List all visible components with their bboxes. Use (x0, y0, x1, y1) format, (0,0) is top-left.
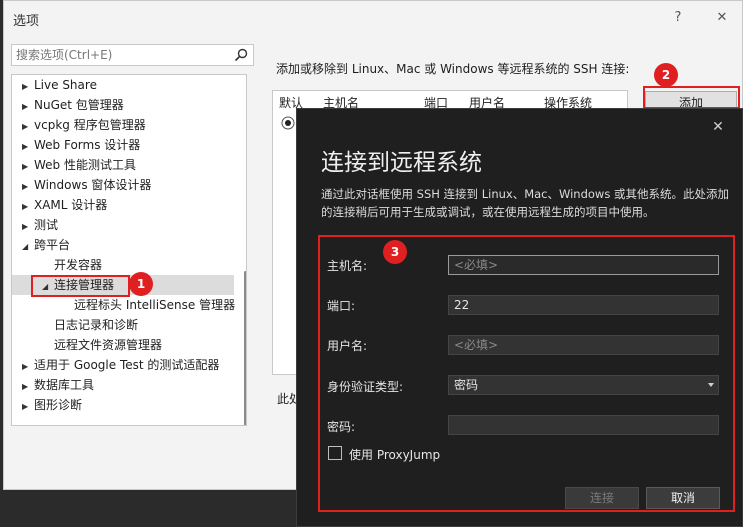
tree-item-label: 日志记录和诊断 (54, 318, 139, 332)
collapsed-arrow-icon[interactable]: ▶ (22, 97, 34, 117)
connect-close-icon[interactable]: ✕ (708, 117, 728, 137)
tree-item[interactable]: ▶ Web 性能测试工具 (22, 155, 136, 175)
tree-item[interactable]: ▶ Live Share (22, 75, 97, 95)
tree-item-label: Windows 窗体设计器 (34, 178, 152, 192)
collapsed-arrow-icon[interactable]: ▶ (22, 77, 34, 97)
close-button[interactable]: ✕ (711, 7, 733, 29)
annotation-badge-2: 2 (654, 63, 678, 87)
tree-scrollbar[interactable] (244, 271, 246, 425)
tree-item-label: XAML 设计器 (34, 198, 108, 212)
tree-item[interactable]: ▶ 适用于 Google Test 的测试适配器 (22, 355, 219, 375)
options-tree: ▶ Live Share ▶ NuGet 包管理器 ▶ vcpkg 程序包管理器 ▶ Web … (11, 74, 247, 426)
tree-item[interactable]: 开发容器 (42, 255, 102, 275)
collapsed-arrow-icon[interactable]: ▶ (22, 377, 34, 397)
tree-item[interactable]: 远程标头 IntelliSense 管理器 (62, 295, 235, 315)
tree-item-label: 跨平台 (34, 238, 71, 252)
tree-item-label: 远程标头 IntelliSense 管理器 (74, 298, 236, 312)
tree-item[interactable]: ▶ Windows 窗体设计器 (22, 175, 151, 195)
tree-item-label: 远程文件资源管理器 (54, 338, 163, 352)
tree-item[interactable]: ▶ NuGet 包管理器 (22, 95, 124, 115)
tree-item[interactable]: ▶ vcpkg 程序包管理器 (22, 115, 146, 135)
default-radio[interactable] (281, 116, 295, 130)
tree-item[interactable]: ▶ 数据库工具 (22, 375, 94, 395)
search-icon[interactable] (233, 47, 249, 63)
collapsed-arrow-icon[interactable]: ▶ (22, 357, 34, 377)
tree-item[interactable]: ▶ Web Forms 设计器 (22, 135, 140, 155)
collapsed-arrow-icon[interactable]: ▶ (22, 117, 34, 137)
tree-item-label: NuGet 包管理器 (34, 98, 124, 112)
tree-item-label: vcpkg 程序包管理器 (34, 118, 146, 132)
tree-item-label: 图形诊断 (34, 398, 83, 412)
tree-item[interactable]: ▶ 测试 (22, 215, 58, 235)
collapsed-arrow-icon[interactable]: ▶ (22, 197, 34, 217)
collapsed-arrow-icon[interactable]: ▶ (22, 137, 34, 157)
tree-item[interactable]: 日志记录和诊断 (42, 315, 138, 335)
tree-item[interactable]: ▶ 图形诊断 (22, 395, 82, 415)
tree-item-label: 数据库工具 (34, 378, 95, 392)
tree-item[interactable]: ◢ 跨平台 (22, 235, 70, 255)
dialog-title: 选项 (13, 14, 40, 29)
connections-description: 添加或移除到 Linux、Mac 或 Windows 等远程系统的 SSH 连接… (276, 62, 630, 76)
annotation-badge-1: 1 (129, 272, 153, 296)
highlight-connection-form (318, 235, 735, 512)
connect-dialog-title: 连接到远程系统 (321, 150, 482, 176)
collapsed-arrow-icon[interactable]: ▶ (22, 397, 34, 417)
highlight-add-button (643, 86, 740, 109)
collapsed-arrow-icon[interactable]: ▶ (22, 177, 34, 197)
tree-item-label: 测试 (34, 218, 59, 232)
collapsed-arrow-icon[interactable]: ▶ (22, 217, 34, 237)
annotation-badge-3: 3 (383, 240, 407, 264)
expanded-arrow-icon[interactable]: ◢ (22, 237, 34, 257)
search-box[interactable] (11, 44, 254, 66)
help-button[interactable]: ? (667, 7, 689, 29)
search-input[interactable] (16, 47, 226, 63)
connect-dialog-description: 通过此对话框使用 SSH 连接到 Linux、Mac、Windows 或其他系统… (321, 187, 729, 219)
collapsed-arrow-icon[interactable]: ▶ (22, 157, 34, 177)
tree-item-label: Live Share (34, 78, 97, 92)
tree-item-label: 开发容器 (54, 258, 103, 272)
tree-item-label: Web 性能测试工具 (34, 158, 136, 172)
tree-item-label: 适用于 Google Test 的测试适配器 (34, 358, 220, 372)
tree-item-label: Web Forms 设计器 (34, 138, 141, 152)
highlight-connection-manager (31, 275, 130, 297)
tree-item[interactable]: 远程文件资源管理器 (42, 335, 162, 355)
tree-item[interactable]: ▶ XAML 设计器 (22, 195, 107, 215)
